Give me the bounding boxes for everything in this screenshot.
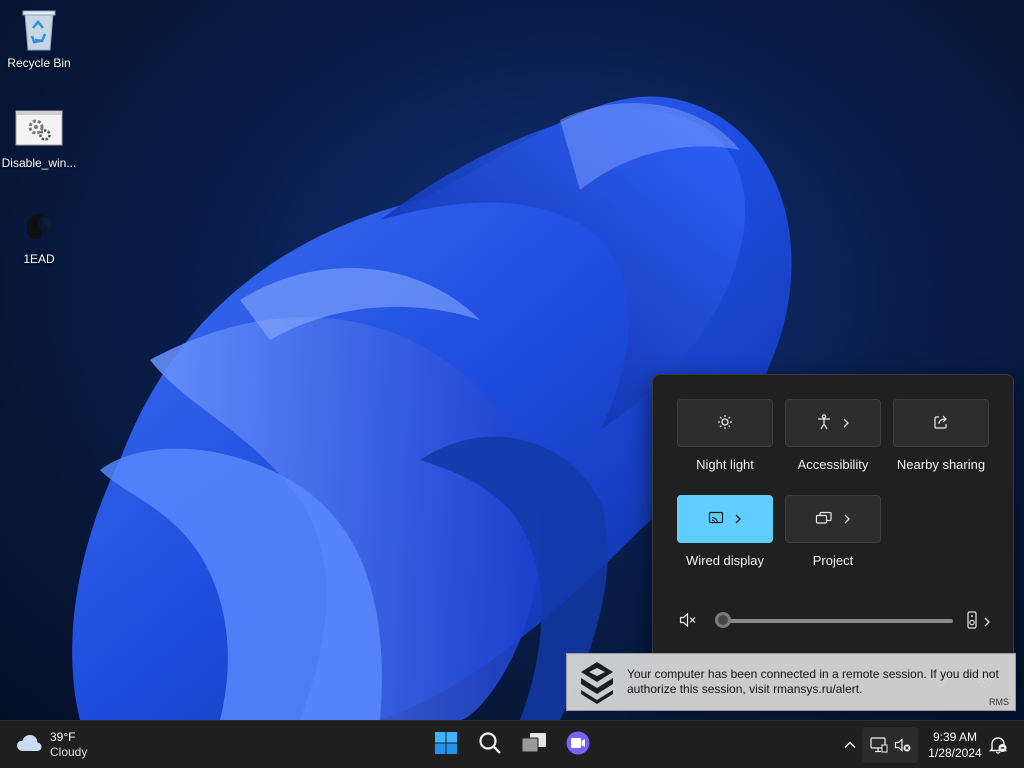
volume-muted-icon[interactable] bbox=[679, 612, 697, 633]
tile-wired-display-label: Wired display bbox=[685, 553, 765, 568]
tile-night-light[interactable] bbox=[677, 399, 773, 447]
speaker-muted-icon bbox=[894, 737, 912, 758]
remote-session-notification[interactable]: Your computer has been connected in a re… bbox=[566, 653, 1016, 711]
chat-button[interactable] bbox=[560, 727, 596, 763]
volume-slider-track[interactable] bbox=[723, 619, 953, 623]
taskbar-clock[interactable]: 9:39 AM 1/28/2024 bbox=[922, 729, 988, 761]
notification-bell-icon[interactable] bbox=[988, 735, 1008, 760]
weather-temperature: 39°F bbox=[50, 730, 76, 744]
weather-condition: Cloudy bbox=[50, 745, 88, 759]
desktop-icon-label: Recycle Bin bbox=[7, 56, 71, 70]
tile-project[interactable] bbox=[785, 495, 881, 543]
weather-widget[interactable]: 39°F Cloudy bbox=[16, 729, 87, 761]
clock-date: 1/28/2024 bbox=[928, 746, 982, 760]
desktop-icon-label: Disable_win... bbox=[1, 156, 77, 170]
chevron-right-icon bbox=[842, 416, 850, 431]
start-button[interactable] bbox=[428, 727, 464, 763]
search-icon bbox=[478, 731, 502, 760]
notification-message: Your computer has been connected in a re… bbox=[627, 667, 999, 696]
notification-brand: RMS bbox=[989, 697, 1009, 707]
system-tray-group[interactable] bbox=[862, 727, 918, 763]
tile-project-label: Project bbox=[812, 553, 854, 568]
tile-nearby-sharing-label: Nearby sharing bbox=[896, 457, 986, 472]
cloud-icon bbox=[16, 734, 42, 757]
search-button[interactable] bbox=[472, 727, 508, 763]
taskbar: 39°F Cloudy 9:39 AM 1/28/2024 bbox=[0, 720, 1024, 768]
teams-chat-icon bbox=[565, 730, 591, 761]
chevron-right-icon bbox=[734, 512, 742, 527]
recycle-bin-icon bbox=[19, 8, 59, 52]
windows-logo-icon bbox=[434, 731, 458, 760]
cast-icon bbox=[708, 511, 724, 528]
desktop-icon-disable-win[interactable]: Disable_win... bbox=[0, 108, 78, 170]
accessibility-icon bbox=[816, 413, 832, 433]
network-icon bbox=[870, 737, 888, 758]
volume-row bbox=[679, 608, 999, 632]
quick-settings-panel: Night light Accessibility Nearby sharing… bbox=[652, 374, 1014, 696]
tile-wired-display[interactable] bbox=[677, 495, 773, 543]
rms-logo-icon bbox=[577, 660, 617, 706]
desktop-icon-recycle-bin[interactable]: Recycle Bin bbox=[0, 8, 78, 70]
night-light-icon bbox=[717, 414, 733, 433]
desktop-icon-1ead[interactable]: 1EAD bbox=[0, 204, 78, 266]
volume-slider-thumb[interactable] bbox=[715, 612, 731, 628]
tile-nearby-sharing[interactable] bbox=[893, 399, 989, 447]
app-shortcut-icon bbox=[19, 204, 59, 248]
task-view-icon bbox=[521, 732, 547, 759]
show-hidden-icons-chevron-icon[interactable] bbox=[842, 737, 858, 758]
chevron-right-icon[interactable] bbox=[983, 614, 991, 632]
clock-time: 9:39 AM bbox=[932, 730, 978, 744]
project-icon bbox=[815, 511, 833, 528]
task-view-button[interactable] bbox=[516, 727, 552, 763]
audio-output-icon[interactable] bbox=[967, 611, 977, 634]
tile-accessibility-label: Accessibility bbox=[797, 457, 869, 472]
chevron-right-icon bbox=[843, 512, 851, 527]
settings-shortcut-icon bbox=[15, 108, 63, 152]
share-icon bbox=[933, 414, 949, 433]
tile-night-light-label: Night light bbox=[696, 457, 754, 472]
desktop-icon-label: 1EAD bbox=[23, 252, 55, 266]
tile-accessibility[interactable] bbox=[785, 399, 881, 447]
